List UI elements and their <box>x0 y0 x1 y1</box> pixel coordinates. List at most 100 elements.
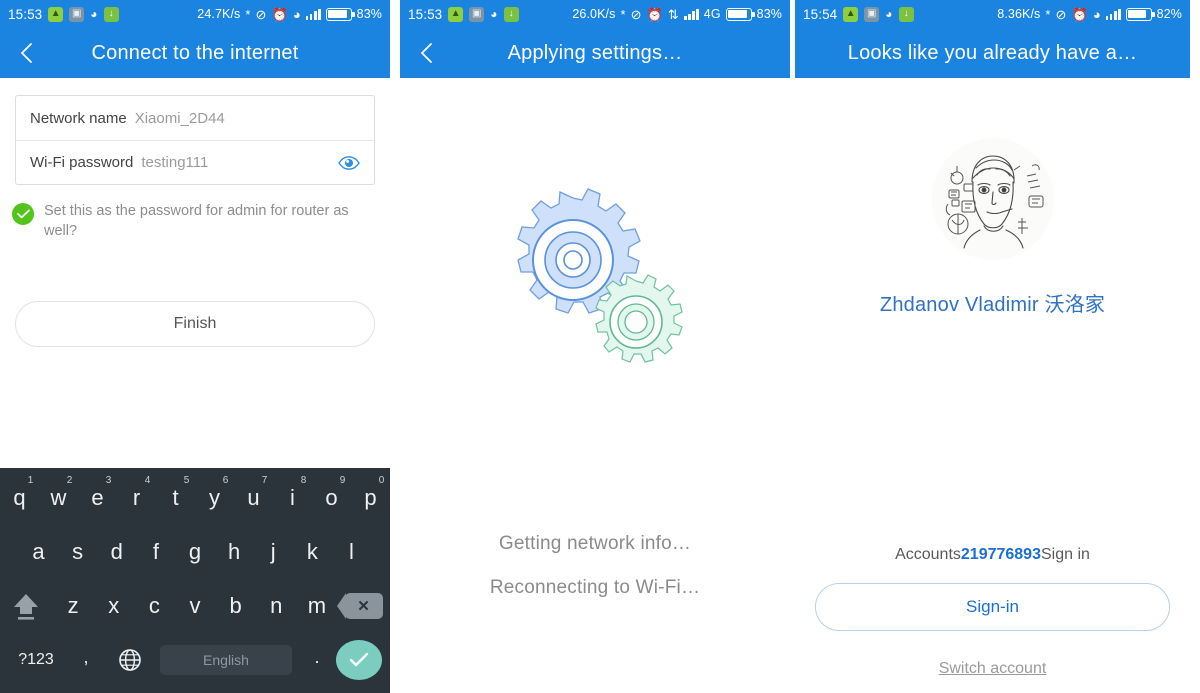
key-j[interactable]: j <box>254 525 293 579</box>
accounts-line: Accounts219776893Sign in <box>795 546 1190 564</box>
status-bar-panel2: 15:53 ▲ ▣ ◕ ↓ 26.0K/s * ⊘ ⏰ ⇅ 4G 83% <box>400 0 790 28</box>
battery-icon <box>325 7 355 21</box>
wifi-icon: ◕ <box>292 6 301 22</box>
key-i[interactable]: 8i <box>273 471 312 525</box>
key-p[interactable]: 0p <box>351 471 390 525</box>
bluetooth-icon: * <box>1045 6 1051 22</box>
alarm-icon: ⏰ <box>271 6 288 22</box>
download-icon: ↓ <box>503 6 519 22</box>
key-label: r <box>132 485 141 510</box>
key-m[interactable]: m <box>297 579 338 633</box>
key-x[interactable]: x <box>93 579 134 633</box>
panel-connect-to-internet: 15:53 ▲ ▣ ◕ ↓ 24.7K/s * ⊘ ⏰ ◕ 83% Connec… <box>0 0 390 693</box>
key-o[interactable]: 9o <box>312 471 351 525</box>
key-t[interactable]: 5t <box>156 471 195 525</box>
network-type: 4G <box>703 7 721 21</box>
key-r[interactable]: 4r <box>117 471 156 525</box>
title-bar-panel2: Applying settings… <box>400 28 790 78</box>
key-label: w <box>50 485 67 510</box>
status-bar-panel1: 15:53 ▲ ▣ ◕ ↓ 24.7K/s * ⊘ ⏰ ◕ 83% <box>0 0 390 28</box>
key-d[interactable]: d <box>97 525 136 579</box>
eye-icon[interactable] <box>338 152 360 174</box>
key-label: o <box>325 485 338 510</box>
gears-icon <box>400 188 790 373</box>
key-z[interactable]: z <box>53 579 94 633</box>
screenshot-root: 15:53 ▲ ▣ ◕ ↓ 24.7K/s * ⊘ ⏰ ◕ 83% Connec… <box>0 0 1200 693</box>
back-arrow-icon[interactable] <box>14 40 40 66</box>
battery-percent: 83% <box>756 7 782 21</box>
key-v[interactable]: v <box>175 579 216 633</box>
wifi-small-icon: ◕ <box>490 7 498 21</box>
comma-key[interactable]: , <box>66 647 106 674</box>
page-title: Connect to the internet <box>91 41 299 64</box>
key-hint: 0 <box>378 475 385 486</box>
alarm-icon: ⏰ <box>1071 6 1088 22</box>
signal-bars-icon <box>305 8 321 20</box>
key-label: u <box>247 485 260 510</box>
key-g[interactable]: g <box>175 525 214 579</box>
period-key[interactable]: . <box>300 647 334 674</box>
key-hint: 8 <box>300 475 307 486</box>
network-name-label: Network name <box>30 109 127 127</box>
network-speed: 24.7K/s <box>197 7 241 21</box>
key-s[interactable]: s <box>58 525 97 579</box>
on-screen-keyboard: 1q 2w 3e 4r 5t 6y 7u 8i 9o 0p a s d f g … <box>0 468 390 693</box>
gray-app-icon: ▣ <box>69 6 85 22</box>
bluetooth-icon: * <box>245 6 251 22</box>
key-a[interactable]: a <box>19 525 58 579</box>
battery-icon <box>725 7 755 21</box>
wifi-password-row[interactable]: Wi-Fi password testing111 <box>16 140 374 184</box>
globe-icon[interactable] <box>108 648 152 672</box>
key-f[interactable]: f <box>136 525 175 579</box>
key-k[interactable]: k <box>293 525 332 579</box>
status-line-network-info: Getting network info… <box>498 533 692 554</box>
check-circle-icon[interactable] <box>12 203 34 225</box>
panel-applying-settings: 15:53 ▲ ▣ ◕ ↓ 26.0K/s * ⊘ ⏰ ⇅ 4G 83% App… <box>400 0 790 693</box>
key-label: e <box>91 485 104 510</box>
switch-account-link[interactable]: Switch account <box>795 660 1190 678</box>
mute-icon: ⊘ <box>255 6 267 22</box>
enter-check-icon[interactable] <box>336 640 382 680</box>
key-b[interactable]: b <box>215 579 256 633</box>
key-e[interactable]: 3e <box>78 471 117 525</box>
alarm-icon: ⏰ <box>646 6 663 22</box>
battery-percent: 82% <box>1156 7 1182 21</box>
back-arrow-icon[interactable] <box>414 40 440 66</box>
key-q[interactable]: 1q <box>0 471 39 525</box>
sign-in-button[interactable]: Sign-in <box>815 583 1170 631</box>
finish-button[interactable]: Finish <box>15 301 375 348</box>
key-hint: 6 <box>222 475 229 486</box>
backspace-glyph: ✕ <box>357 597 370 615</box>
wifi-small-icon: ◕ <box>885 7 893 21</box>
key-l[interactable]: l <box>332 525 371 579</box>
gray-app-icon: ▣ <box>469 6 485 22</box>
admin-password-checkbox-row[interactable]: Set this as the password for admin for r… <box>12 202 375 241</box>
green-app-icon: ▲ <box>48 6 64 22</box>
keyboard-row-2: a s d f g h j k l <box>0 525 390 579</box>
key-w[interactable]: 2w <box>39 471 78 525</box>
wifi-small-icon: ◕ <box>90 7 98 21</box>
symbols-key[interactable]: ?123 <box>8 651 64 669</box>
key-y[interactable]: 6y <box>195 471 234 525</box>
avatar <box>931 138 1054 260</box>
key-hint: 1 <box>27 475 34 486</box>
download-icon: ↓ <box>898 6 914 22</box>
wifi-form-card: Network name Xiaomi_2D44 Wi-Fi password … <box>15 95 375 185</box>
network-name-value: Xiaomi_2D44 <box>134 109 225 127</box>
accounts-prefix: Accounts <box>895 546 961 563</box>
key-hint: 2 <box>66 475 73 486</box>
network-name-row[interactable]: Network name Xiaomi_2D44 <box>16 96 374 140</box>
key-h[interactable]: h <box>215 525 254 579</box>
keyboard-row-4: ?123 , English . <box>0 633 390 687</box>
key-u[interactable]: 7u <box>234 471 273 525</box>
key-label: p <box>364 485 377 510</box>
space-key[interactable]: English <box>160 645 292 675</box>
shift-icon[interactable] <box>0 590 53 622</box>
backspace-icon[interactable]: ✕ <box>337 593 390 619</box>
applying-settings-body: Getting network info… Reconnecting to Wi… <box>400 78 790 693</box>
bluetooth-icon: * <box>620 6 626 22</box>
key-c[interactable]: c <box>134 579 175 633</box>
key-label: q <box>13 485 26 510</box>
key-label: t <box>172 485 179 510</box>
key-n[interactable]: n <box>256 579 297 633</box>
